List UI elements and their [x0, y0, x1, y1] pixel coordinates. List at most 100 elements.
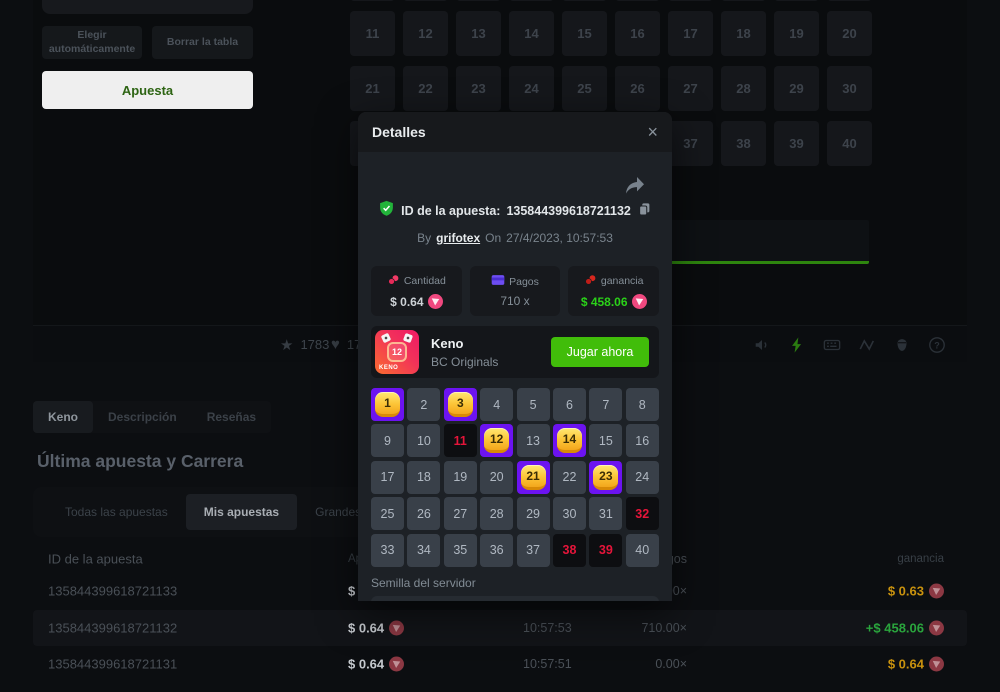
tab-descripción[interactable]: Descripción	[93, 401, 192, 433]
result-cell-23[interactable]: 23	[589, 461, 622, 494]
stars-stat[interactable]: ★ 1783	[280, 326, 329, 363]
result-cell-25[interactable]: 25	[371, 497, 404, 530]
result-cell-3[interactable]: 3	[444, 388, 477, 421]
board-cell-29[interactable]: 29	[774, 66, 819, 111]
board-cell-14[interactable]: 14	[509, 11, 554, 56]
result-cell-29[interactable]: 29	[517, 497, 550, 530]
board-cell-15[interactable]: 15	[562, 11, 607, 56]
board-cell-28[interactable]: 28	[721, 66, 766, 111]
board-cell-20[interactable]: 20	[827, 11, 872, 56]
table-row[interactable]: 135844399618721132$ 0.6410:57:53710.00×+…	[33, 610, 967, 647]
result-cell-33[interactable]: 33	[371, 534, 404, 567]
result-cell-38[interactable]: 38	[553, 534, 586, 567]
board-cell-4[interactable]: 4	[509, 0, 554, 1]
result-cell-26[interactable]: 26	[407, 497, 440, 530]
result-cell-17[interactable]: 17	[371, 461, 404, 494]
result-cell-31[interactable]: 31	[589, 497, 622, 530]
auto-pick-button[interactable]: Elegir automáticamente	[42, 26, 142, 59]
board-cell-1[interactable]: 1	[350, 0, 395, 1]
result-cell-11[interactable]: 11	[444, 424, 477, 457]
play-now-button[interactable]: Jugar ahora	[551, 337, 649, 367]
board-cell-23[interactable]: 23	[456, 66, 501, 111]
tab-mis-apuestas[interactable]: Mis apuestas	[186, 494, 297, 530]
board-cell-39[interactable]: 39	[774, 121, 819, 166]
tab-todas-las-apuestas[interactable]: Todas las apuestas	[47, 494, 186, 530]
result-cell-15[interactable]: 15	[589, 424, 622, 457]
share-icon[interactable]	[624, 176, 645, 196]
clear-table-button[interactable]: Borrar la tabla	[152, 26, 253, 59]
board-cell-7[interactable]: 7	[668, 0, 713, 1]
tab-reseñas[interactable]: Reseñas	[192, 401, 271, 433]
board-cell-9[interactable]: 9	[774, 0, 819, 1]
result-cell-5[interactable]: 5	[517, 388, 550, 421]
likes-stat[interactable]: ♥ 17	[331, 326, 361, 363]
trend-icon[interactable]	[858, 336, 876, 354]
result-cell-37[interactable]: 37	[517, 534, 550, 567]
board-cell-6[interactable]: 6	[615, 0, 660, 1]
result-cell-18[interactable]: 18	[407, 461, 440, 494]
board-cell-19[interactable]: 19	[774, 11, 819, 56]
hotkeys-icon[interactable]	[823, 336, 841, 354]
board-cell-13[interactable]: 13	[456, 11, 501, 56]
table-row[interactable]: 135844399618721131$ 0.6410:57:510.00×$ 0…	[33, 646, 967, 683]
result-cell-10[interactable]: 10	[407, 424, 440, 457]
result-cell-7[interactable]: 7	[589, 388, 622, 421]
board-cell-40[interactable]: 40	[827, 121, 872, 166]
username-link[interactable]: grifotex	[436, 231, 480, 245]
result-cell-21[interactable]: 21	[517, 461, 550, 494]
board-cell-27[interactable]: 27	[668, 66, 713, 111]
result-cell-35[interactable]: 35	[444, 534, 477, 567]
result-cell-19[interactable]: 19	[444, 461, 477, 494]
board-cell-30[interactable]: 30	[827, 66, 872, 111]
board-cell-25[interactable]: 25	[562, 66, 607, 111]
close-icon[interactable]: ×	[647, 123, 658, 141]
result-cell-34[interactable]: 34	[407, 534, 440, 567]
turbo-icon[interactable]	[788, 336, 806, 354]
sound-icon[interactable]	[753, 336, 771, 354]
bet-button[interactable]: Apuesta	[42, 71, 253, 109]
result-cell-4[interactable]: 4	[480, 388, 513, 421]
board-cell-21[interactable]: 21	[350, 66, 395, 111]
board-cell-26[interactable]: 26	[615, 66, 660, 111]
result-cell-28[interactable]: 28	[480, 497, 513, 530]
result-cell-2[interactable]: 2	[407, 388, 440, 421]
board-cell-37[interactable]: 37	[668, 121, 713, 166]
result-cell-32[interactable]: 32	[626, 497, 659, 530]
result-cell-14[interactable]: 14	[553, 424, 586, 457]
server-seed-input[interactable]	[371, 596, 659, 601]
result-cell-24[interactable]: 24	[626, 461, 659, 494]
result-cell-27[interactable]: 27	[444, 497, 477, 530]
board-cell-22[interactable]: 22	[403, 66, 448, 111]
result-cell-40[interactable]: 40	[626, 534, 659, 567]
help-icon[interactable]: ?	[928, 336, 946, 354]
board-cell-17[interactable]: 17	[668, 11, 713, 56]
result-cell-1[interactable]: 1	[371, 388, 404, 421]
result-cell-6[interactable]: 6	[553, 388, 586, 421]
board-cell-10[interactable]: 10	[827, 0, 872, 1]
tab-keno[interactable]: Keno	[33, 401, 93, 433]
result-cell-9[interactable]: 9	[371, 424, 404, 457]
result-cell-16[interactable]: 16	[626, 424, 659, 457]
board-cell-8[interactable]: 8	[721, 0, 766, 1]
board-cell-3[interactable]: 3	[456, 0, 501, 1]
board-cell-12[interactable]: 12	[403, 11, 448, 56]
board-cell-5[interactable]: 5	[562, 0, 607, 1]
copy-icon[interactable]	[637, 201, 652, 222]
result-cell-36[interactable]: 36	[480, 534, 513, 567]
result-cell-22[interactable]: 22	[553, 461, 586, 494]
board-cell-18[interactable]: 18	[721, 11, 766, 56]
result-cell-39[interactable]: 39	[589, 534, 622, 567]
result-cell-13[interactable]: 13	[517, 424, 550, 457]
board-cell-24[interactable]: 24	[509, 66, 554, 111]
cell-time: 10:57:53	[523, 621, 572, 635]
board-cell-2[interactable]: 2	[403, 0, 448, 1]
result-cell-8[interactable]: 8	[626, 388, 659, 421]
seed-icon[interactable]	[893, 336, 911, 354]
board-cell-16[interactable]: 16	[615, 11, 660, 56]
result-cell-12[interactable]: 12	[480, 424, 513, 457]
board-cell-38[interactable]: 38	[721, 121, 766, 166]
board-cell-11[interactable]: 11	[350, 11, 395, 56]
result-cell-30[interactable]: 30	[553, 497, 586, 530]
result-cell-20[interactable]: 20	[480, 461, 513, 494]
game-mode-select[interactable]: Classic ›	[42, 0, 253, 14]
